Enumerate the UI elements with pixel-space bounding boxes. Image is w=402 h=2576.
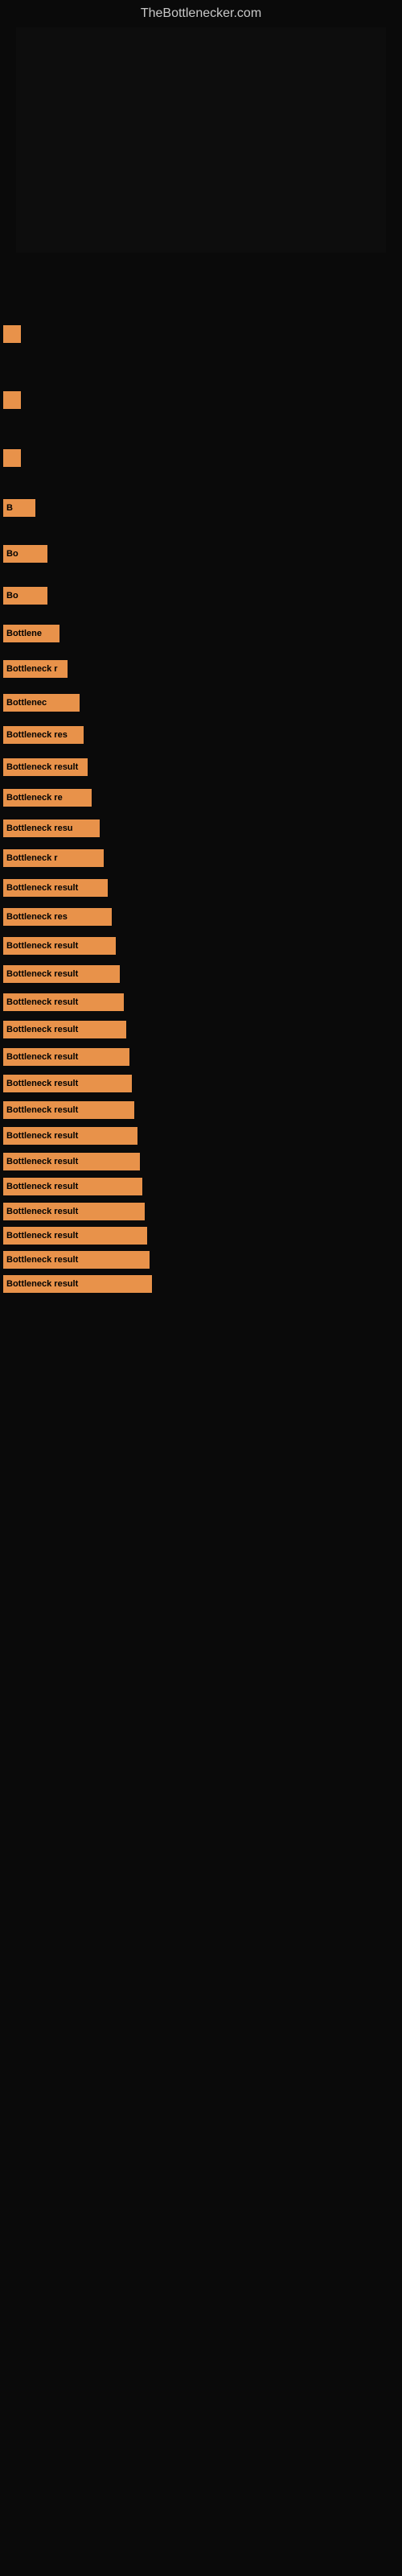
bottleneck-result-bar: Bo	[3, 545, 47, 563]
list-item: Bottleneck result	[0, 965, 402, 983]
list-item: Bottleneck result	[0, 993, 402, 1011]
chart-area	[16, 27, 386, 253]
bars-section: B Bo Bo Bottlene Bottleneck r Bottlenec Bottle…	[0, 253, 402, 1293]
bottleneck-result-bar: Bottleneck result	[3, 1021, 126, 1038]
list-item: Bottleneck result	[0, 937, 402, 955]
bottleneck-result-bar: Bottlenec	[3, 694, 80, 712]
list-item: Bottlenec	[0, 694, 402, 712]
list-item: Bottleneck result	[0, 1127, 402, 1145]
bottleneck-result-bar	[3, 325, 21, 343]
list-item: Bottleneck result	[0, 1178, 402, 1195]
bottleneck-result-bar: Bottleneck re	[3, 789, 92, 807]
list-item: Bottleneck result	[0, 1075, 402, 1092]
bottleneck-result-bar: Bottleneck res	[3, 726, 84, 744]
site-title: TheBottlenecker.com	[0, 0, 402, 24]
bottleneck-result-bar: Bottleneck r	[3, 660, 68, 678]
list-item: Bottleneck result	[0, 879, 402, 897]
bottleneck-result-bar: Bottleneck result	[3, 1227, 147, 1245]
list-item: Bottleneck result	[0, 1251, 402, 1269]
list-item: B	[0, 499, 402, 517]
list-item: Bottleneck result	[0, 1153, 402, 1170]
list-item: Bottleneck result	[0, 1275, 402, 1293]
bottleneck-result-bar: Bottleneck result	[3, 993, 124, 1011]
bottleneck-result-bar: Bottleneck result	[3, 1153, 140, 1170]
bottleneck-result-bar: Bottleneck r	[3, 849, 104, 867]
bottleneck-result-bar: Bottleneck result	[3, 879, 108, 897]
bottleneck-result-bar: Bottleneck result	[3, 1075, 132, 1092]
list-item	[0, 325, 402, 343]
bottleneck-result-bar: Bottleneck result	[3, 1251, 150, 1269]
list-item: Bottleneck result	[0, 1227, 402, 1245]
list-item: Bottleneck resu	[0, 819, 402, 837]
bottleneck-result-bar: B	[3, 499, 35, 517]
bottleneck-result-bar: Bottleneck result	[3, 1178, 142, 1195]
list-item	[0, 391, 402, 409]
bottleneck-result-bar: Bottleneck res	[3, 908, 112, 926]
bottleneck-result-bar: Bo	[3, 587, 47, 605]
bottleneck-result-bar: Bottlene	[3, 625, 59, 642]
list-item	[0, 449, 402, 467]
bottleneck-result-bar	[3, 391, 21, 409]
list-item: Bottlene	[0, 625, 402, 642]
bottleneck-result-bar	[3, 449, 21, 467]
list-item: Bottleneck result	[0, 758, 402, 776]
bottleneck-result-bar: Bottleneck result	[3, 937, 116, 955]
bottleneck-result-bar: Bottleneck resu	[3, 819, 100, 837]
bottleneck-result-bar: Bottleneck result	[3, 758, 88, 776]
list-item: Bottleneck result	[0, 1021, 402, 1038]
list-item: Bottleneck r	[0, 849, 402, 867]
bottleneck-result-bar: Bottleneck result	[3, 1127, 137, 1145]
bottleneck-result-bar: Bottleneck result	[3, 1101, 134, 1119]
list-item: Bottleneck result	[0, 1048, 402, 1066]
bottleneck-result-bar: Bottleneck result	[3, 1203, 145, 1220]
list-item: Bottleneck result	[0, 1203, 402, 1220]
list-item: Bottleneck result	[0, 1101, 402, 1119]
bottleneck-result-bar: Bottleneck result	[3, 1275, 152, 1293]
list-item: Bottleneck r	[0, 660, 402, 678]
list-item: Bo	[0, 587, 402, 605]
list-item: Bottleneck res	[0, 726, 402, 744]
list-item: Bottleneck re	[0, 789, 402, 807]
bottleneck-result-bar: Bottleneck result	[3, 965, 120, 983]
list-item: Bottleneck res	[0, 908, 402, 926]
bottleneck-result-bar: Bottleneck result	[3, 1048, 129, 1066]
list-item: Bo	[0, 545, 402, 563]
